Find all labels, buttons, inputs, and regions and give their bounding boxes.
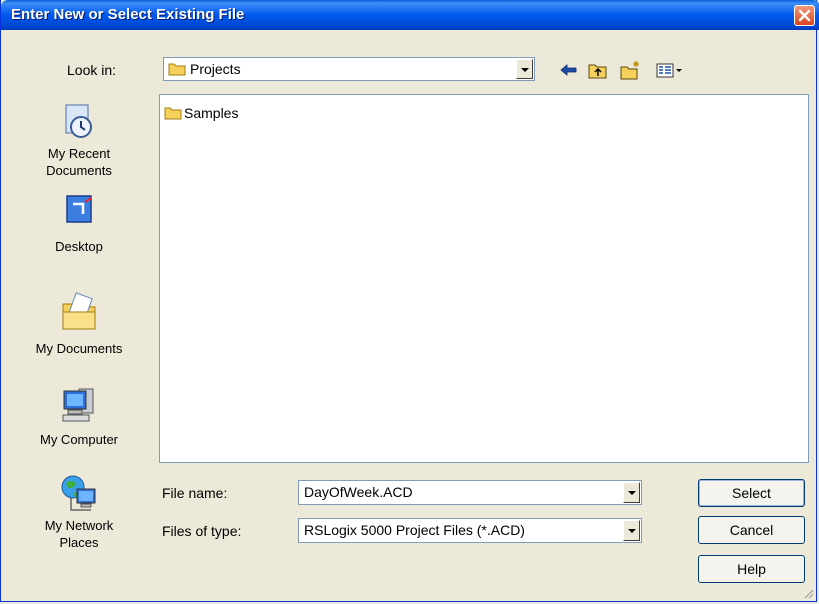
place-label: My Network xyxy=(44,518,114,533)
folder-icon xyxy=(168,63,186,76)
chevron-down-icon xyxy=(628,491,636,495)
place-label: Desktop xyxy=(55,239,103,254)
cancel-button[interactable]: Cancel xyxy=(698,516,805,544)
place-my-network-places[interactable]: My Network Places xyxy=(11,471,147,551)
file-type-dropdown-button[interactable] xyxy=(623,520,640,541)
file-name: Samples xyxy=(184,105,239,121)
resize-grip-icon[interactable] xyxy=(802,587,814,599)
place-label: Places xyxy=(59,535,99,550)
up-folder-icon[interactable] xyxy=(587,60,609,80)
network-places-icon xyxy=(61,475,96,511)
close-icon xyxy=(798,9,811,22)
file-type-value: RSLogix 5000 Project Files (*.ACD) xyxy=(304,522,525,538)
place-label: My Recent xyxy=(47,146,111,161)
place-my-documents[interactable]: My Documents xyxy=(11,290,147,357)
recent-documents-icon xyxy=(65,104,92,138)
place-label: Documents xyxy=(46,163,112,178)
place-my-recent-documents[interactable]: My Recent Documents xyxy=(11,95,147,179)
chevron-down-icon xyxy=(521,68,529,72)
folder-icon xyxy=(164,107,182,120)
views-menu-icon[interactable] xyxy=(655,60,685,80)
file-name-dropdown-button[interactable] xyxy=(623,482,640,503)
place-desktop[interactable]: Desktop xyxy=(11,192,147,255)
place-label: My Computer xyxy=(39,432,119,447)
my-computer-icon xyxy=(62,388,94,422)
file-type-label: Files of type: xyxy=(162,523,242,539)
desktop-icon xyxy=(66,195,92,223)
help-button[interactable]: Help xyxy=(698,555,805,583)
file-name-value: DayOfWeek.ACD xyxy=(304,484,413,500)
file-list[interactable]: Samples xyxy=(159,94,809,463)
look-in-value: Projects xyxy=(190,61,241,77)
place-my-computer[interactable]: My Computer xyxy=(11,383,147,448)
chevron-down-icon xyxy=(628,529,636,533)
select-button[interactable]: Select xyxy=(698,479,805,507)
back-arrow-icon[interactable] xyxy=(558,60,580,80)
file-type-select[interactable]: RSLogix 5000 Project Files (*.ACD) xyxy=(298,518,642,543)
look-in-dropdown[interactable]: Projects xyxy=(163,57,535,81)
close-button[interactable] xyxy=(794,5,815,26)
title-bar[interactable]: Enter New or Select Existing File xyxy=(1,0,819,30)
look-in-label: Look in: xyxy=(67,62,117,78)
dialog-title: Enter New or Select Existing File xyxy=(11,6,245,23)
file-name-input[interactable]: DayOfWeek.ACD xyxy=(298,480,642,505)
my-documents-icon xyxy=(62,292,96,330)
file-dialog: Enter New or Select Existing File Look i… xyxy=(0,0,819,602)
file-name-label: File name: xyxy=(162,485,228,501)
look-in-dropdown-button[interactable] xyxy=(516,59,533,79)
place-label: My Documents xyxy=(35,341,123,356)
new-folder-icon[interactable] xyxy=(619,60,641,80)
